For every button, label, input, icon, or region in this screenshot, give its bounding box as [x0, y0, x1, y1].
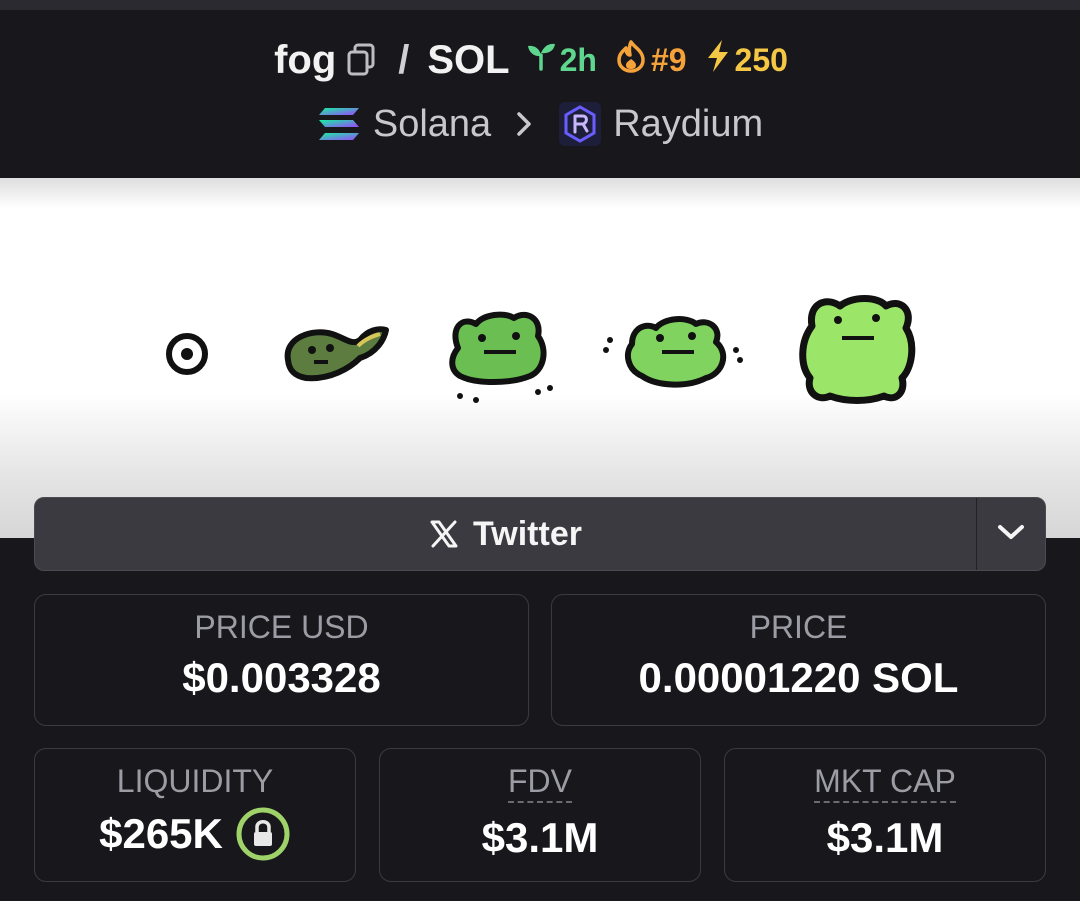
pair-title-row: fog / SOL 2h #9 250 [0, 38, 1080, 82]
top-strip [0, 0, 1080, 10]
pair-header: fog / SOL 2h #9 250 Solana Raydium [0, 10, 1080, 178]
price-native-value: 0.00001220 SOL [638, 654, 959, 701]
chevron-right-icon [515, 111, 533, 137]
boosts-badge[interactable]: 250 [705, 39, 788, 81]
copy-icon[interactable] [346, 43, 376, 77]
fdv-card: FDV $3.1M [379, 748, 701, 882]
liquidity-card: LIQUIDITY $265K [34, 748, 356, 882]
frog-drawing [603, 316, 743, 388]
price-usd-card: PRICE USD $0.003328 [34, 594, 529, 726]
chain-name[interactable]: Solana [373, 103, 491, 146]
trending-badge[interactable]: #9 [615, 39, 687, 81]
fdv-value: $3.1M [481, 814, 599, 861]
chain-dex-row: Solana Raydium [0, 102, 1080, 146]
price-native-card: PRICE 0.00001220 SOL [551, 594, 1046, 726]
price-usd-label: PRICE USD [194, 609, 369, 645]
solana-icon [317, 106, 361, 142]
trending-rank: #9 [650, 41, 687, 78]
base-token-symbol: fog [274, 37, 337, 82]
x-logo-icon [429, 519, 459, 549]
liquidity-label: LIQUIDITY [116, 763, 274, 799]
market-cap-label[interactable]: MKT CAP [814, 763, 956, 803]
tadpole-drawing [284, 326, 389, 382]
market-cap-card: MKT CAP $3.1M [724, 748, 1046, 882]
price-usd-value: $0.003328 [182, 654, 381, 701]
liquidity-value: $265K [99, 810, 223, 857]
twitter-label: Twitter [473, 514, 582, 553]
twitter-link-bar: Twitter [34, 497, 1046, 571]
raydium-icon [559, 102, 602, 146]
pair-separator: / [398, 37, 410, 82]
froglet-drawing [449, 311, 553, 403]
egg-drawing [166, 333, 208, 375]
quote-token-symbol: SOL [427, 37, 510, 82]
chevron-down-icon [996, 522, 1026, 547]
pair-age: 2h [559, 41, 597, 78]
lock-icon[interactable] [235, 806, 291, 862]
frog-lifecycle-illustration [166, 295, 916, 404]
fdv-label[interactable]: FDV [508, 763, 572, 803]
price-native-label: PRICE [749, 609, 848, 645]
sprout-icon [526, 41, 560, 79]
big-frog-drawing [799, 295, 916, 404]
dex-name[interactable]: Raydium [613, 103, 763, 146]
token-banner [0, 178, 1080, 538]
links-dropdown-button[interactable] [976, 498, 1045, 570]
lightning-icon [705, 39, 735, 81]
flame-icon [615, 39, 651, 81]
twitter-button[interactable]: Twitter [35, 498, 976, 570]
market-cap-value: $3.1M [826, 814, 944, 861]
pair-age-badge: 2h [526, 41, 597, 79]
boosts-count: 250 [734, 41, 788, 78]
